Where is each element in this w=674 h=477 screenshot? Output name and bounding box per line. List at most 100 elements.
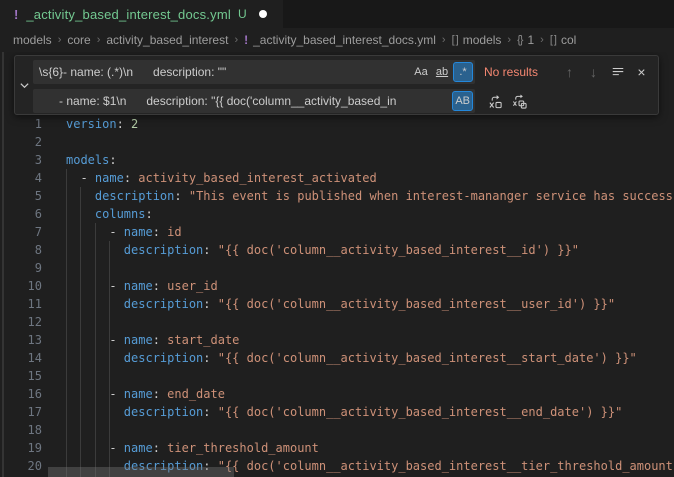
symbol-array-icon: [ ] [550, 34, 556, 46]
selection-lines-icon [611, 65, 625, 79]
breadcrumb-separator: › [58, 34, 62, 46]
find-input[interactable]: \s{6}- name: (.*)\n description: "" Aa a… [33, 60, 475, 84]
replace-input[interactable]: - name: $1\n description: "{{ doc('colum… [33, 89, 475, 113]
line-number: 6 [0, 205, 42, 223]
line-number: 20 [0, 457, 42, 475]
breadcrumb-item-core[interactable]: core [67, 33, 90, 47]
line-number: 7 [0, 223, 42, 241]
toggle-replace-chevron[interactable] [15, 56, 33, 114]
line-text: - name: end_date [66, 385, 225, 403]
line-text: version: 2 [66, 115, 138, 133]
code-line[interactable]: 8 description: "{{ doc('column__activity… [0, 241, 674, 259]
breadcrumb-label: models [463, 33, 502, 47]
breadcrumb-label: _activity_based_interest_docs.yml [253, 33, 436, 47]
breadcrumb: models › core › activity_based_interest ›! _ac… [0, 28, 674, 52]
line-number: 15 [0, 367, 42, 385]
line-number: 18 [0, 421, 42, 439]
code-line[interactable]: 14 description: "{{ doc('column__activit… [0, 349, 674, 367]
line-text: models: [66, 151, 117, 169]
next-match-button[interactable]: ↓ [583, 62, 604, 83]
match-case-button[interactable]: Aa [411, 62, 431, 82]
code-line[interactable]: 18 [0, 421, 674, 439]
line-text: - name: id [66, 223, 182, 241]
code-line[interactable]: 2 [0, 133, 674, 151]
tab-activity-docs[interactable]: ! _activity_based_interest_docs.yml U [0, 0, 283, 28]
breadcrumb-separator: › [97, 34, 101, 46]
yaml-file-icon: ! [14, 7, 18, 22]
editor-pane[interactable]: 1 version: 2 23 models:4 - name: activity_b… [0, 52, 674, 477]
line-number: 11 [0, 295, 42, 313]
breadcrumb-separator: › [234, 34, 238, 46]
modified-dot-indicator[interactable] [259, 10, 267, 18]
line-number: 12 [0, 313, 42, 331]
line-number: 19 [0, 439, 42, 457]
line-number: 2 [0, 133, 42, 151]
code-area[interactable]: 1 version: 2 23 models:4 - name: activity_b… [0, 115, 674, 475]
symbol-array-icon: [ ] [452, 34, 458, 46]
close-find-widget-button[interactable]: × [631, 62, 652, 83]
code-line[interactable]: 9 [0, 259, 674, 277]
line-text: - name: user_id [66, 277, 218, 295]
line-number: 4 [0, 169, 42, 187]
code-line[interactable]: 1 version: 2 [0, 115, 674, 133]
line-number: 5 [0, 187, 42, 205]
line-text: description: "{{ doc('column__activity_b… [66, 403, 622, 421]
line-text: description: "{{ doc('column__activity_b… [66, 295, 615, 313]
find-input-value: \s{6}- name: (.*)\n description: "" [39, 65, 410, 79]
find-replace-widget: \s{6}- name: (.*)\n description: "" Aa a… [14, 55, 659, 115]
line-number: 1 [0, 115, 42, 133]
code-line[interactable]: 16 - name: end_date [0, 385, 674, 403]
breadcrumb-item-models[interactable]: models [13, 33, 52, 47]
line-text: description: "{{ doc('column__activity_b… [66, 349, 637, 367]
code-line[interactable]: 3 models: [0, 151, 674, 169]
tab-bar: ! _activity_based_interest_docs.yml U [0, 0, 674, 28]
code-line[interactable]: 7 - name: id [0, 223, 674, 241]
replace-button[interactable] [485, 91, 506, 112]
line-text: columns: [66, 205, 153, 223]
previous-match-button[interactable]: ↑ [559, 62, 580, 83]
code-line[interactable]: 6 columns: [0, 205, 674, 223]
breadcrumb-separator: › [507, 34, 511, 46]
line-number: 3 [0, 151, 42, 169]
whole-word-button[interactable]: ab [432, 62, 452, 82]
line-text: description: "{{ doc('column__activity_b… [66, 241, 579, 259]
tab-filename: _activity_based_interest_docs.yml [26, 7, 231, 22]
yaml-file-icon: ! [244, 33, 248, 47]
breadcrumb-item-1[interactable]: {} 1 [517, 33, 534, 47]
breadcrumb-item-models[interactable]: [ ] models [452, 33, 502, 47]
symbol-object-icon: {} [517, 34, 522, 46]
code-line[interactable]: 19 - name: tier_threshold_amount [0, 439, 674, 457]
breadcrumb-item-col[interactable]: [ ] col [550, 33, 577, 47]
line-number: 10 [0, 277, 42, 295]
regex-button[interactable]: .* [453, 62, 473, 82]
code-line[interactable]: 17 description: "{{ doc('column__activit… [0, 403, 674, 421]
breadcrumb-item-activity_based_interest[interactable]: activity_based_interest [106, 33, 228, 47]
line-number: 8 [0, 241, 42, 259]
breadcrumb-label: activity_based_interest [106, 33, 228, 47]
find-in-selection-button[interactable] [607, 62, 628, 83]
line-text: - name: start_date [66, 331, 239, 349]
code-line[interactable]: 13 - name: start_date [0, 331, 674, 349]
code-line[interactable]: 5 description: "This event is published … [0, 187, 674, 205]
breadcrumb-label: models [13, 33, 52, 47]
code-line[interactable]: 15 [0, 367, 674, 385]
breadcrumb-separator: › [442, 34, 446, 46]
code-line[interactable]: 11 description: "{{ doc('column__activit… [0, 295, 674, 313]
line-number: 9 [0, 259, 42, 277]
horizontal-scrollbar-thumb[interactable] [48, 467, 234, 477]
preserve-case-button[interactable]: AB [452, 91, 473, 111]
git-untracked-badge: U [238, 7, 247, 21]
line-text: description: "This event is published wh… [66, 187, 674, 205]
line-number: 16 [0, 385, 42, 403]
find-status-text: No results [484, 65, 556, 79]
code-line[interactable]: 4 - name: activity_based_interest_activa… [0, 169, 674, 187]
line-number: 17 [0, 403, 42, 421]
code-line[interactable]: 10 - name: user_id [0, 277, 674, 295]
breadcrumb-label: 1 [527, 33, 534, 47]
breadcrumb-item-_activity_based_interest_docs.yml[interactable]: ! _activity_based_interest_docs.yml [244, 33, 436, 47]
chevron-down-icon [19, 80, 30, 91]
replace-all-icon [512, 94, 527, 109]
code-line[interactable]: 12 [0, 313, 674, 331]
replace-all-button[interactable] [509, 91, 530, 112]
breadcrumb-label: col [561, 33, 576, 47]
